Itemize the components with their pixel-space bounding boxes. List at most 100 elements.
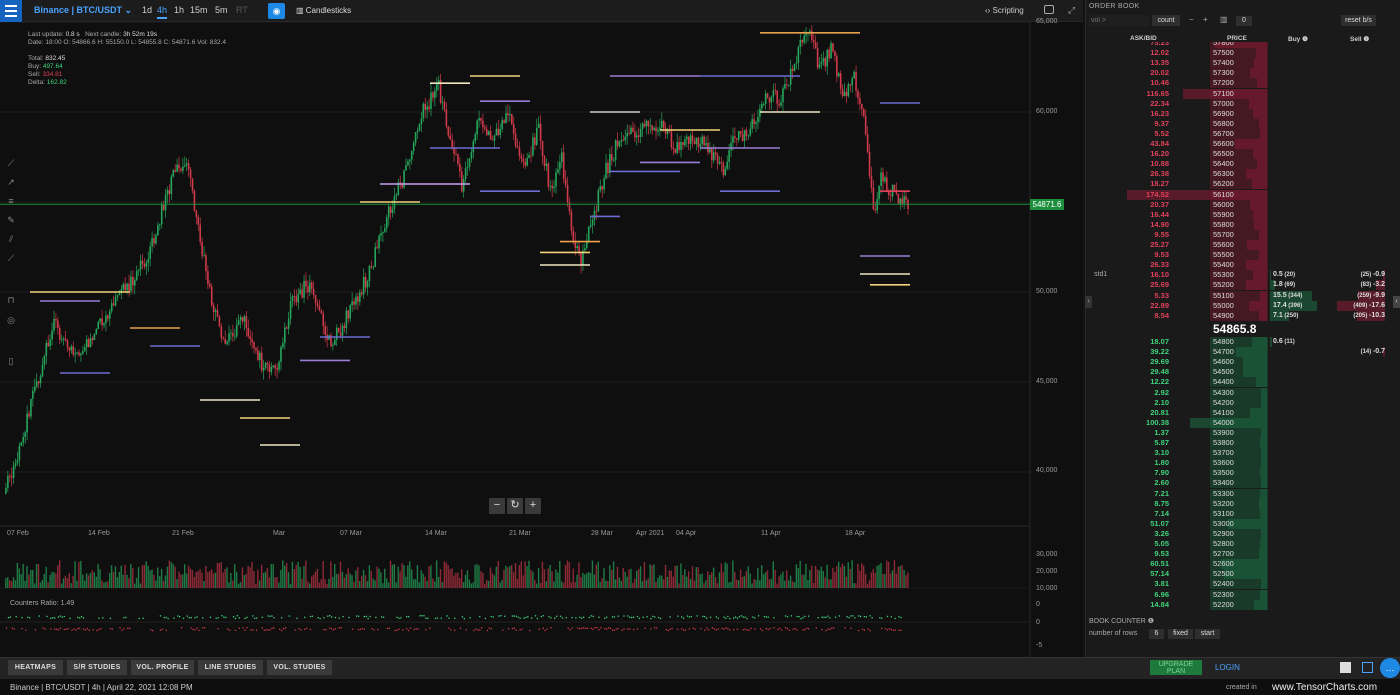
- sr-studies-tab[interactable]: S/R STUDIES: [67, 660, 127, 675]
- minus-icon[interactable]: −: [1189, 15, 1194, 24]
- timeframe-15m[interactable]: 15m: [190, 5, 208, 15]
- bid-row[interactable]: 5.05 52800: [1085, 539, 1400, 549]
- trash-icon[interactable]: ▯: [4, 354, 18, 368]
- upgrade-plan-button[interactable]: UPGRADE PLAN: [1150, 660, 1202, 675]
- ask-row[interactable]: 12.02 57500: [1085, 48, 1400, 59]
- login-link[interactable]: LOGIN: [1215, 663, 1240, 672]
- chat-icon[interactable]: …: [1380, 658, 1400, 678]
- scripting-button[interactable]: ‹› Scripting: [985, 6, 1024, 15]
- bid-row[interactable]: 7.14 53100: [1085, 508, 1400, 519]
- layout-single-icon[interactable]: [1340, 662, 1351, 673]
- exchange-selector[interactable]: Binance | BTC/USDT ⌄: [34, 5, 132, 16]
- camera-icon[interactable]: [1044, 5, 1054, 14]
- bid-row[interactable]: 39.22 54700 (14) -0.7: [1085, 347, 1400, 358]
- bid-row[interactable]: 100.38 54000: [1085, 417, 1400, 428]
- bid-row[interactable]: 12.22 54400: [1085, 377, 1400, 388]
- collapse-left-icon[interactable]: ‹: [1085, 296, 1092, 308]
- candlestick-chart[interactable]: [0, 22, 1083, 657]
- bid-row[interactable]: 51.07 53000: [1085, 518, 1400, 529]
- ask-row[interactable]: 22.89 55000 17.4 (396) (409) -17.6: [1085, 300, 1400, 311]
- ray-tool-icon[interactable]: ↗: [4, 175, 18, 189]
- lock-icon[interactable]: ⊓: [4, 293, 18, 307]
- bid-row[interactable]: 7.21 53300: [1085, 488, 1400, 499]
- ask-row[interactable]: 16.10 55300 0.5 (20) (25) -0.9: [1085, 270, 1400, 281]
- bid-row[interactable]: 18.07 54800 0.6 (11): [1085, 337, 1400, 347]
- bid-row[interactable]: 29.69 54600: [1085, 357, 1400, 368]
- bid-row[interactable]: 2.60 53400: [1085, 478, 1400, 489]
- ask-row[interactable]: 16.23 56900: [1085, 108, 1400, 119]
- bid-row[interactable]: 14.84 52200: [1085, 599, 1400, 610]
- bid-row[interactable]: 3.10 53700: [1085, 448, 1400, 459]
- pattern-tool-icon[interactable]: ⫽: [4, 232, 18, 246]
- ask-row[interactable]: 5.33 55100 15.5 (344) (259) -9.9: [1085, 290, 1400, 301]
- ask-row[interactable]: 9.37 56800: [1085, 118, 1400, 129]
- ask-row[interactable]: 9.53 55500: [1085, 250, 1400, 261]
- expand-icon[interactable]: ⤢: [1068, 5, 1075, 16]
- ask-row[interactable]: 16.20 56500: [1085, 149, 1400, 160]
- line-studies-tab[interactable]: LINE STUDIES: [198, 660, 263, 675]
- ask-row[interactable]: 20.02 57300: [1085, 68, 1400, 79]
- ask-row[interactable]: 13.35 57400: [1085, 58, 1400, 69]
- timeframe-5m[interactable]: 5m: [215, 5, 228, 15]
- heatmaps-tab[interactable]: HEATMAPS: [8, 660, 63, 675]
- reset-zoom-button[interactable]: ↻: [507, 498, 523, 514]
- bid-row[interactable]: 6.96 52300: [1085, 589, 1400, 600]
- ask-row[interactable]: 25.69 55200 1.8 (69) (83) -3.2: [1085, 280, 1400, 291]
- vol-studies-tab[interactable]: VOL. STUDIES: [267, 660, 332, 675]
- ask-row[interactable]: 22.34 57000: [1085, 98, 1400, 109]
- site-logo[interactable]: www.TensorCharts.com: [1272, 682, 1377, 693]
- bid-row[interactable]: 29.48 54500: [1085, 367, 1400, 378]
- ask-row[interactable]: 25.27 55600: [1085, 240, 1400, 250]
- ask-row[interactable]: 9.55 55700: [1085, 229, 1400, 240]
- bid-row[interactable]: 9.53 52700: [1085, 549, 1400, 560]
- bid-row[interactable]: 2.10 54200: [1085, 397, 1400, 408]
- vol-profile-tab[interactable]: VOL. PROFILE: [131, 660, 194, 675]
- ask-row[interactable]: 26.33 55400: [1085, 260, 1400, 271]
- ask-row[interactable]: 14.90 55800: [1085, 219, 1400, 230]
- ask-row[interactable]: 18.27 56200: [1085, 179, 1400, 190]
- bid-row[interactable]: 3.26 52900: [1085, 528, 1400, 539]
- ask-row[interactable]: 10.46 57200: [1085, 78, 1400, 89]
- chart-area[interactable]: [0, 22, 1083, 657]
- fib-tool-icon[interactable]: ≡: [4, 194, 18, 208]
- menu-icon[interactable]: [0, 0, 22, 22]
- bid-row[interactable]: 5.87 53800: [1085, 438, 1400, 448]
- chart-type-selector[interactable]: ▥ Candlesticks: [296, 6, 351, 15]
- count-toggle[interactable]: count: [1152, 15, 1180, 26]
- number-of-rows-input[interactable]: 6: [1149, 629, 1164, 639]
- bars-icon[interactable]: ▥: [1220, 15, 1228, 24]
- timeframe-1d[interactable]: 1d: [142, 5, 152, 15]
- start-button[interactable]: start: [1195, 629, 1220, 639]
- fixed-button[interactable]: fixed: [1168, 629, 1193, 639]
- bid-row[interactable]: 60.51 52600: [1085, 559, 1400, 570]
- ask-row[interactable]: 8.54 54900 7.1 (250) (205) -10.3: [1085, 310, 1400, 321]
- ruler-icon[interactable]: ⟋: [4, 251, 18, 265]
- brush-tool-icon[interactable]: ✎: [4, 213, 18, 227]
- ask-row[interactable]: 174.52 56100: [1085, 189, 1400, 200]
- ask-row[interactable]: 26.38 56300: [1085, 169, 1400, 180]
- bid-row[interactable]: 7.90 53500: [1085, 468, 1400, 479]
- ask-row[interactable]: 43.84 56600: [1085, 139, 1400, 149]
- timeframe-4h[interactable]: 4h: [157, 5, 168, 19]
- bid-row[interactable]: 8.75 53200: [1085, 498, 1400, 509]
- eye-icon[interactable]: ◉: [268, 3, 285, 19]
- visibility-icon[interactable]: ◎: [4, 313, 18, 327]
- zoom-in-button[interactable]: +: [525, 498, 541, 514]
- plus-icon[interactable]: +: [1203, 15, 1208, 24]
- ask-row[interactable]: 116.65 57100: [1085, 88, 1400, 99]
- grouping-value[interactable]: 0: [1236, 16, 1252, 26]
- trendline-tool-icon[interactable]: ⟋: [4, 156, 18, 170]
- ask-row[interactable]: 10.88 56400: [1085, 159, 1400, 170]
- volume-filter-input[interactable]: [1089, 15, 1149, 26]
- bid-row[interactable]: 2.92 54300: [1085, 387, 1400, 398]
- collapse-right-icon[interactable]: ‹: [1393, 296, 1400, 308]
- ask-row[interactable]: 5.52 56700: [1085, 128, 1400, 139]
- reset-bs-button[interactable]: reset b/s: [1341, 15, 1376, 26]
- bid-row[interactable]: 1.37 53900: [1085, 427, 1400, 438]
- timeframe-1h[interactable]: 1h: [174, 5, 184, 15]
- bid-row[interactable]: 57.14 52500: [1085, 569, 1400, 580]
- bid-row[interactable]: 1.80 53600: [1085, 458, 1400, 469]
- bid-row[interactable]: 3.81 52400: [1085, 579, 1400, 590]
- zoom-out-button[interactable]: −: [489, 498, 505, 514]
- layout-window-icon[interactable]: [1362, 662, 1373, 673]
